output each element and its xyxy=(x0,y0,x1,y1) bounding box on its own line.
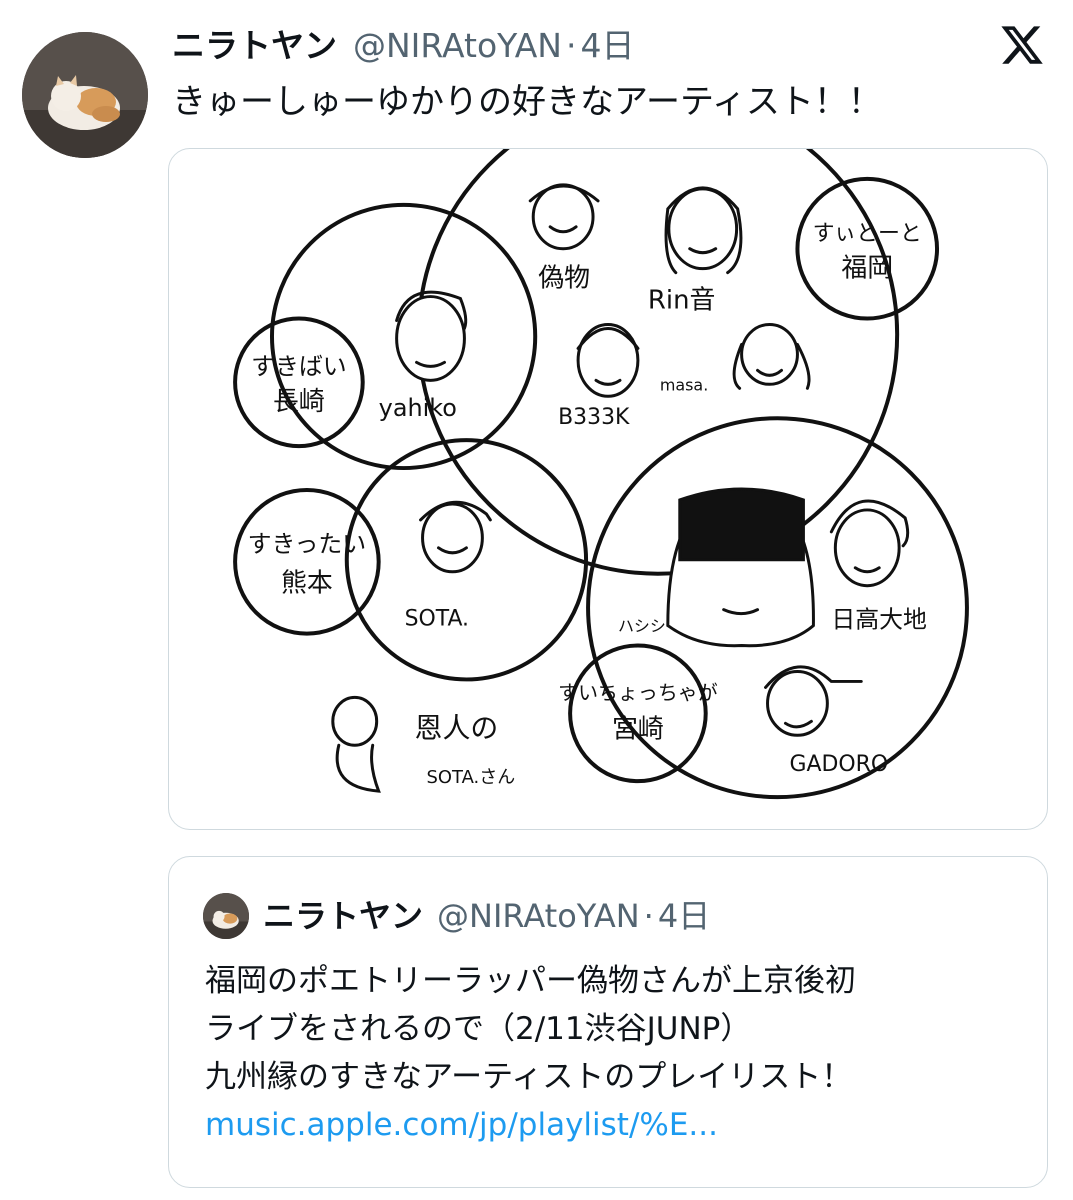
quoted-tweet-text: 福岡のポエトリーラッパー偽物さんが上京後初 ライブをされるので（2/11渋谷JU… xyxy=(205,957,856,1149)
b333k-label: B333K xyxy=(558,405,630,430)
sota-san-label: SOTA.さん xyxy=(427,767,516,788)
quoted-author-handle: @NIRAtoYAN xyxy=(437,897,640,935)
nisemono-label: 偽物 xyxy=(538,264,590,294)
quoted-tweet-header: ニラトヤン @NIRAtoYAN · 4日 xyxy=(203,893,710,939)
fukuoka-circle xyxy=(416,149,900,576)
gadoro-label: GADORO xyxy=(789,752,888,777)
sukittai-circle xyxy=(233,488,381,636)
quoted-tweet-time: 4日 xyxy=(657,897,711,935)
quoted-tweet[interactable]: ニラトヤン @NIRAtoYAN · 4日 福岡のポエトリーラッパー偽物さんが上… xyxy=(168,856,1048,1188)
suichoccha-label-2: 宮崎 xyxy=(612,714,664,744)
sukittai-label-2: 熊本 xyxy=(281,569,333,599)
hidaka-face xyxy=(833,508,901,588)
suichoccha-label-1: すいちょっちゃが xyxy=(558,680,718,704)
nisemono-face xyxy=(531,183,595,251)
sota-face xyxy=(421,502,484,574)
ghost-figure xyxy=(331,695,379,747)
masa-label: masa. xyxy=(660,375,708,394)
hidaka-label: 日高大地 xyxy=(831,606,927,634)
author-avatar[interactable] xyxy=(22,32,148,158)
tweet-image[interactable]: 偽物 Rin音 すぃとーと 福岡 すきばい 長崎 yahiko B333K ma… xyxy=(168,148,1048,830)
quoted-text-line: 九州縁のすきなアーティストのプレイリスト！ xyxy=(205,1059,853,1095)
onjin-label: 恩人の xyxy=(415,711,499,744)
hashishi-label: ハシシ xyxy=(618,617,666,636)
playlist-link[interactable]: music.apple.com/jp/playlist/%E... xyxy=(205,1101,856,1149)
author-name[interactable]: ニラトヤン xyxy=(172,24,337,68)
tweet-header: ニラトヤン @NIRAtoYAN · 4日 xyxy=(172,24,635,68)
tweet-text: きゅーしゅーゆかりの好きなアーティスト！！ xyxy=(172,82,882,122)
quoted-author-avatar xyxy=(203,893,249,939)
sota-label: SOTA. xyxy=(405,607,469,632)
sukibai-circle xyxy=(233,316,365,449)
quoted-text-line: 福岡のポエトリーラッパー偽物さんが上京後初 xyxy=(205,963,856,999)
quoted-text-line: ライブをされるので（2/11渋谷JUNP） xyxy=(205,1011,752,1047)
tweet-time[interactable]: 4日 xyxy=(581,24,635,68)
artist-map-illustration: 偽物 Rin音 すぃとーと 福岡 すきばい 長崎 yahiko B333K ma… xyxy=(233,149,969,800)
separator: · xyxy=(566,26,577,65)
sukibai-label-1: すきばい xyxy=(251,352,347,380)
sukibai-label-2: 長崎 xyxy=(273,387,325,417)
sweet-fukuoka-label-2: 福岡 xyxy=(841,254,893,284)
author-handle[interactable]: @NIRAtoYAN xyxy=(353,24,562,68)
yahiko-label: yahiko xyxy=(379,394,457,422)
x-logo-icon[interactable] xyxy=(999,22,1045,68)
rinne-face xyxy=(667,187,739,271)
quoted-separator: · xyxy=(643,897,654,935)
rinne-label: Rin音 xyxy=(648,286,716,316)
quoted-author-name: ニラトヤン xyxy=(263,897,424,935)
sukittai-label-1: すきったい xyxy=(248,530,367,558)
sweet-fukuoka-label-1: すぃとーと xyxy=(813,222,922,247)
tweet: ニラトヤン @NIRAtoYAN · 4日 きゅーしゅーゆかりの好きなアーティス… xyxy=(0,0,1073,1200)
sweet-fukuoka-circle xyxy=(795,176,940,321)
